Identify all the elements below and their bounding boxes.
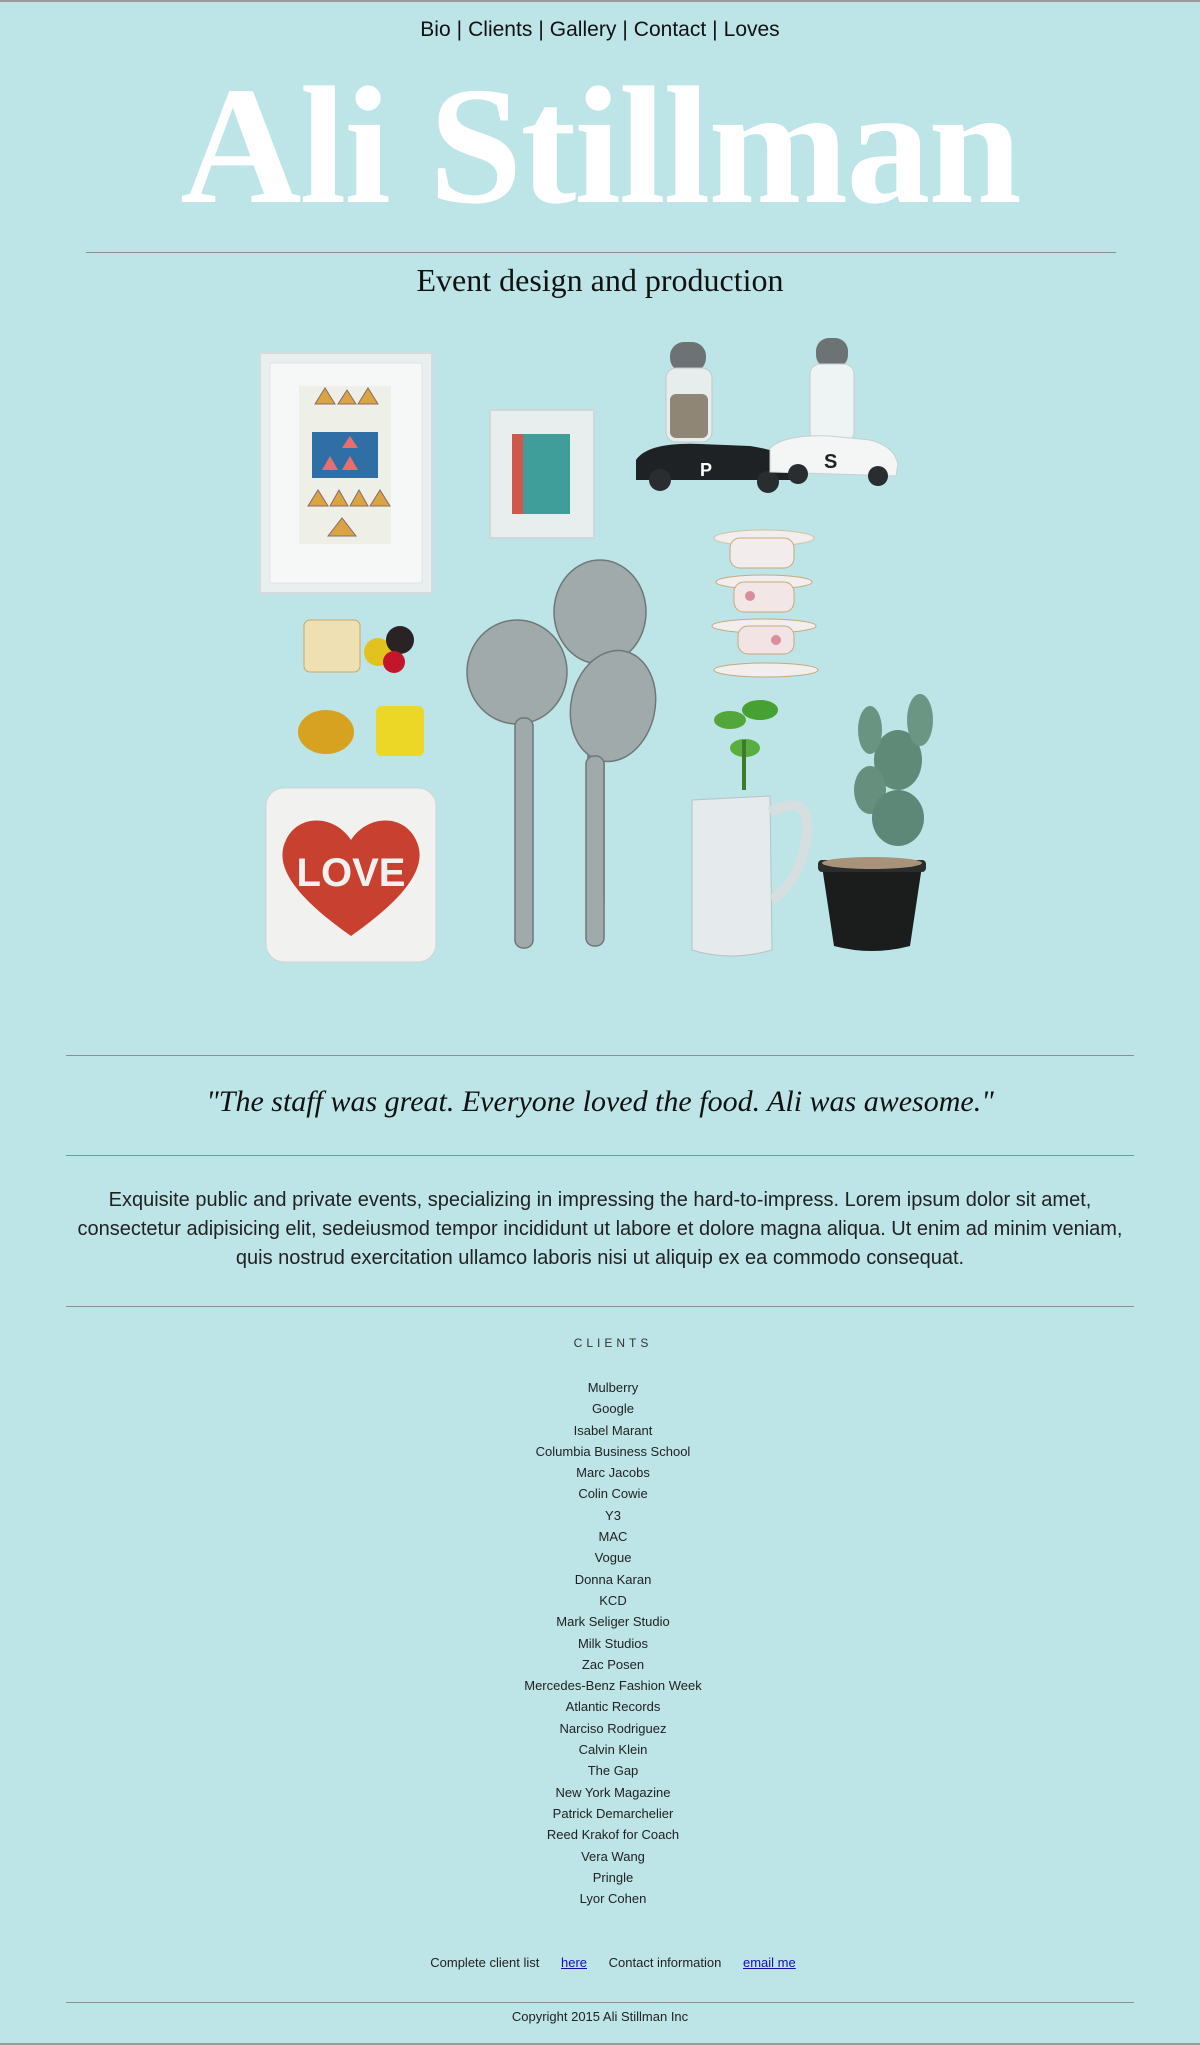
client-item: MAC	[598, 1529, 628, 1545]
testimonial-quote: "The staff was great. Everyone loved the…	[206, 1085, 994, 1118]
client-item: Patrick Demarchelier	[552, 1805, 674, 1821]
client-item: Milk Studios	[577, 1635, 649, 1651]
nav-contact[interactable]: Contact	[634, 18, 706, 41]
pillow-love-text: LOVE	[297, 851, 406, 895]
nav-separator: |	[456, 18, 463, 41]
car-letter-p: P	[700, 460, 712, 480]
client-list-link[interactable]: here	[561, 1955, 587, 1970]
clients-heading: CLIENTS	[573, 1336, 653, 1350]
nav-separator: |	[622, 18, 628, 41]
client-item: Narciso Rodriguez	[559, 1720, 667, 1736]
client-list-label: Complete client list	[430, 1955, 540, 1970]
title-divider	[86, 252, 1116, 253]
main-nav: Bio | Clients | Gallery | Contact | Loves	[0, 18, 1200, 42]
client-item: Donna Karan	[574, 1571, 652, 1587]
footer-links: Complete client list here Contact inform…	[0, 1955, 1200, 1970]
teacups-image	[711, 529, 819, 678]
client-item: Y3	[605, 1507, 621, 1523]
nav-clients[interactable]: Clients	[468, 18, 532, 41]
spoons-image	[466, 559, 657, 949]
nav-separator: |	[538, 18, 544, 41]
footer-divider	[66, 2002, 1134, 2003]
client-item: Lyor Cohen	[579, 1891, 647, 1907]
love-pillow-image: LOVE	[265, 787, 437, 963]
car-letter-s: S	[824, 451, 837, 473]
tagline: Event design and production	[416, 262, 784, 298]
description-divider	[66, 1306, 1134, 1307]
contact-label: Contact information	[608, 1955, 722, 1970]
client-item: Zac Posen	[581, 1656, 645, 1672]
client-item: New York Magazine	[555, 1784, 671, 1800]
client-item: Atlantic Records	[565, 1699, 661, 1715]
client-item: Isabel Marant	[573, 1422, 653, 1438]
hero-collage: P S LOVE	[230, 320, 970, 1000]
client-item: Calvin Klein	[578, 1742, 648, 1758]
framed-book-image	[489, 409, 595, 539]
nav-bio[interactable]: Bio	[420, 18, 450, 41]
client-item: Vera Wang	[581, 1848, 645, 1864]
top-rule	[0, 0, 1200, 2]
pitcher-image	[691, 700, 813, 957]
client-item: Mulberry	[587, 1380, 639, 1395]
quote-divider-top	[66, 1055, 1134, 1056]
email-link[interactable]: email me	[743, 1955, 796, 1970]
client-item: Mark Seliger Studio	[556, 1614, 670, 1630]
client-item: Reed Krakof for Coach	[546, 1827, 680, 1843]
client-item: The Gap	[587, 1763, 639, 1779]
client-item: KCD	[599, 1592, 627, 1608]
pastries-image	[298, 619, 424, 756]
client-item: Google	[592, 1401, 634, 1417]
client-item: Vogue	[594, 1550, 632, 1566]
client-item: Colin Cowie	[578, 1486, 648, 1502]
client-item: Columbia Business School	[535, 1443, 691, 1459]
client-item: Marc Jacobs	[576, 1465, 650, 1481]
nav-separator: |	[712, 18, 718, 41]
client-item: Pringle	[592, 1869, 634, 1885]
nav-gallery[interactable]: Gallery	[550, 18, 617, 41]
nav-loves[interactable]: Loves	[724, 18, 780, 41]
site-title: Ali Stillman	[180, 53, 1021, 239]
framed-art-image	[259, 352, 433, 594]
copyright: Copyright 2015 Ali Stillman Inc	[511, 2009, 689, 2024]
clients-list: Mulberry Google Isabel Marant Columbia B…	[0, 1377, 1200, 1909]
description-text: Exquisite public and private events, spe…	[77, 1189, 1123, 1269]
shakers-and-cars-image: P S	[636, 338, 899, 493]
client-item: Mercedes-Benz Fashion Week	[524, 1678, 702, 1694]
cactus-image	[818, 694, 933, 951]
quote-divider-bottom	[66, 1155, 1134, 1156]
